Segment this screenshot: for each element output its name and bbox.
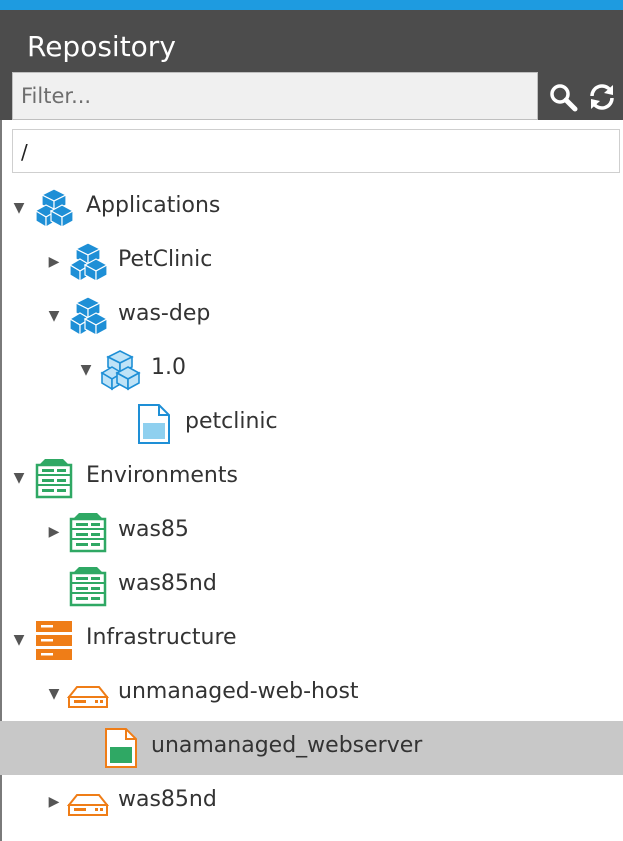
tree-node-was-dep[interactable]: ▼ was-dep [0,289,623,343]
tree-node-environments[interactable]: ▼ Environments [0,451,623,505]
tree-node-label: petclinic [185,409,278,434]
tree-node-label: unmanaged-web-host [118,679,359,704]
expand-toggle-icon[interactable]: ▼ [46,686,62,702]
expand-toggle-icon[interactable]: ▶ [46,254,62,270]
refresh-button[interactable] [585,80,619,114]
tree-node-unmanaged-web-host[interactable]: ▼ unmanaged-web-host [0,667,623,721]
version-icon [100,350,141,391]
expand-toggle-icon[interactable]: ▼ [78,362,94,378]
expand-toggle-icon[interactable]: ▼ [11,470,27,486]
expand-toggle-icon[interactable]: ▶ [46,794,62,810]
tree-node-label: was85nd [118,571,217,596]
tree-node-petclinic-file[interactable]: petclinic [0,397,623,451]
filter-input[interactable] [12,72,538,120]
deployable-file-icon [138,404,170,444]
accent-strip [0,0,623,10]
tree-node-version-1-0[interactable]: ▼ 1.0 [0,343,623,397]
environment-icon [69,513,107,553]
path-field[interactable]: / [12,129,620,173]
search-icon [550,84,578,112]
expand-toggle-icon[interactable]: ▼ [11,632,27,648]
host-icon [67,794,109,816]
expand-toggle-icon[interactable]: ▼ [46,308,62,324]
tree-node-infrastructure[interactable]: ▼ Infrastructure [0,613,623,667]
tree-node-unamanaged-webserver[interactable]: unamanaged_webserver [0,721,623,775]
tree-node-applications[interactable]: ▼ Applications [0,181,623,235]
application-icon [68,242,109,283]
tree-node-was85-environment[interactable]: ▶ was85 [0,505,623,559]
expand-toggle-icon[interactable]: ▼ [11,200,27,216]
host-icon [67,686,109,708]
applications-icon [33,188,75,229]
application-icon [68,296,109,337]
environments-icon [35,459,73,499]
tree-node-label: unamanaged_webserver [151,733,423,758]
tree-node-label: Applications [86,193,221,218]
panel-title: Repository [27,30,176,63]
tree-node-label: Environments [86,463,238,488]
tree-node-label: was-dep [118,301,211,326]
tree-node-label: was85nd [118,787,217,812]
container-file-icon [105,728,137,768]
tree-node-label: 1.0 [151,355,186,380]
tree-node-label: Infrastructure [86,625,237,650]
tree-node-label: was85 [118,517,189,542]
search-button[interactable] [546,80,580,114]
tree-node-petclinic[interactable]: ▶ PetClinic [0,235,623,289]
refresh-icon [590,84,614,110]
expand-toggle-icon[interactable]: ▶ [46,524,62,540]
infrastructure-icon [36,621,72,660]
tree-node-was85nd-environment[interactable]: was85nd [0,559,623,613]
environment-icon [69,567,107,607]
repository-header: Repository [0,10,623,120]
tree-node-label: PetClinic [118,247,213,272]
tree-node-was85nd-host[interactable]: ▶ was85nd [0,775,623,829]
